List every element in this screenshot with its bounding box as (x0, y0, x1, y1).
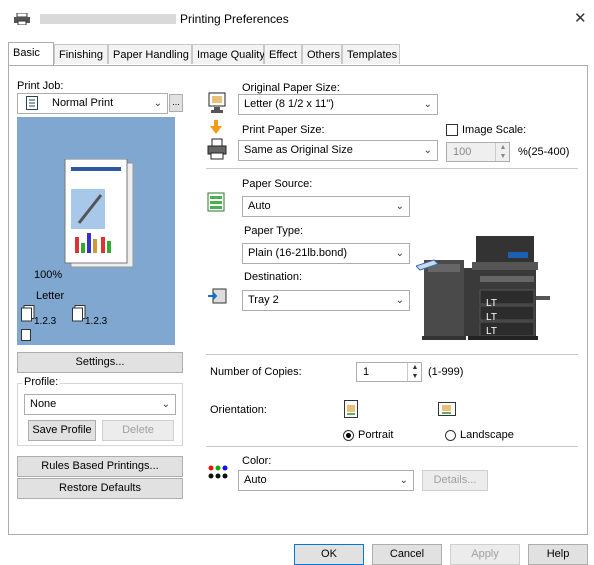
chevron-down-icon: ⌄ (399, 475, 408, 486)
paper-type-select[interactable]: Plain (16-21lb.bond) ⌄ (242, 243, 410, 264)
paper-type-label: Paper Type: (244, 225, 304, 237)
divider (206, 168, 578, 169)
preview-scale: 100% (34, 269, 63, 281)
collate-label-b: 1.2.3 (85, 316, 108, 327)
save-profile-button[interactable]: Save Profile (28, 420, 96, 441)
tray-label-2: LT (486, 312, 497, 323)
profile-value: None (30, 398, 57, 410)
profile-select[interactable]: None ⌄ (24, 394, 176, 415)
output-tray-icon (208, 288, 227, 304)
divider (206, 446, 578, 447)
tray-label-3: LT (486, 326, 497, 337)
original-size-label: Original Paper Size: (242, 82, 340, 94)
tab-basic[interactable]: Basic (8, 42, 54, 66)
color-value: Auto (244, 474, 267, 486)
copies-label: Number of Copies: (210, 366, 302, 378)
profile-label: Profile: (22, 376, 61, 388)
orientation-label: Orientation: (210, 404, 267, 416)
tab-image-quality[interactable]: Image Quality (192, 44, 265, 64)
printer-name-redacted (40, 14, 176, 24)
chevron-down-icon: ⌄ (423, 99, 432, 110)
chevron-down-icon: ⌄ (153, 98, 162, 109)
image-scale-label: Image Scale: (462, 124, 527, 136)
print-job-label: Print Job: (17, 80, 64, 92)
color-label: Color: (242, 455, 272, 467)
chevron-down-icon: ⌄ (395, 201, 404, 212)
copies-spinner[interactable]: 1 ▲ ▼ (356, 362, 422, 382)
more-button[interactable]: ... (169, 94, 183, 112)
destination-value: Tray 2 (248, 294, 279, 306)
print-preview: 100% Letter 1.2.3 1.2.3 (17, 117, 175, 345)
paper-type-value: Plain (16-21lb.bond) (248, 247, 348, 259)
chevron-down-icon: ⌄ (161, 399, 170, 410)
paper-source-value: Auto (248, 200, 271, 212)
destination-select[interactable]: Tray 2 ⌄ (242, 290, 410, 311)
chevron-down-icon: ⌄ (395, 295, 404, 306)
landscape-icon (438, 402, 456, 416)
print-size-value: Same as Original Size (244, 144, 353, 156)
monitor-icon (208, 92, 226, 113)
tab-finishing[interactable]: Finishing (54, 44, 108, 64)
image-scale-checkbox[interactable] (446, 124, 458, 136)
tab-others[interactable]: Others (302, 44, 342, 64)
printer-icon (207, 138, 227, 160)
copies-range: (1-999) (428, 366, 464, 378)
image-scale-value: 100 (453, 146, 472, 158)
details-button[interactable]: Details... (422, 470, 488, 491)
arrow-down-icon (210, 120, 222, 134)
portrait-radio[interactable] (343, 430, 354, 441)
tray-label-1: LT (486, 298, 497, 309)
color-dots-icon (208, 465, 228, 479)
preview-paper: Letter (36, 290, 65, 302)
original-size-select[interactable]: Letter (8 1/2 x 11") ⌄ (238, 94, 438, 115)
portrait-icon (344, 400, 358, 418)
chevron-down-icon: ⌄ (395, 248, 404, 259)
document-preview-icon (64, 159, 134, 268)
delete-button[interactable]: Delete (102, 420, 174, 441)
close-icon[interactable]: ✕ (574, 9, 587, 27)
paper-tray-icon (207, 192, 225, 212)
settings-button[interactable]: Settings... (17, 352, 183, 373)
collate-icon (21, 305, 35, 322)
printer-icon (14, 13, 30, 25)
help-button[interactable]: Help (528, 544, 588, 565)
print-job-select[interactable]: Normal Print ⌄ (17, 93, 168, 114)
color-select[interactable]: Auto ⌄ (238, 470, 414, 491)
ok-button[interactable]: OK (294, 544, 364, 565)
page-icon (21, 329, 31, 341)
copies-value: 1 (363, 366, 370, 378)
tab-effect[interactable]: Effect (264, 44, 302, 64)
paper-source-select[interactable]: Auto ⌄ (242, 196, 410, 217)
collate-icon (72, 305, 86, 322)
print-size-select[interactable]: Same as Original Size ⌄ (238, 140, 438, 161)
cancel-button[interactable]: Cancel (372, 544, 442, 565)
chevron-down-icon: ⌄ (423, 145, 432, 156)
image-scale-range: %(25-400) (518, 146, 570, 158)
image-scale-spinner[interactable]: 100 ▲ ▼ (446, 142, 510, 162)
spin-arrows-icon[interactable]: ▲ ▼ (407, 363, 422, 381)
window-title: Printing Preferences (180, 12, 289, 26)
divider (206, 354, 578, 355)
landscape-label: Landscape (460, 429, 514, 441)
original-size-value: Letter (8 1/2 x 11") (244, 98, 334, 110)
rules-based-printings-button[interactable]: Rules Based Printings... (17, 456, 183, 477)
spin-arrows-icon[interactable]: ▲ ▼ (495, 143, 510, 161)
paper-source-label: Paper Source: (242, 178, 313, 190)
document-icon (26, 96, 38, 110)
print-job-value: Normal Print (52, 97, 114, 109)
restore-defaults-button[interactable]: Restore Defaults (17, 478, 183, 499)
tab-templates[interactable]: Templates (342, 44, 400, 64)
portrait-label: Portrait (358, 429, 394, 441)
apply-button[interactable]: Apply (450, 544, 520, 565)
tab-paper-handling[interactable]: Paper Handling (108, 44, 192, 64)
title-bar: Printing Preferences ✕ (0, 0, 594, 36)
landscape-radio[interactable] (445, 430, 456, 441)
collate-label-a: 1.2.3 (34, 316, 57, 327)
destination-label: Destination: (244, 271, 303, 283)
print-size-label: Print Paper Size: (242, 124, 325, 136)
